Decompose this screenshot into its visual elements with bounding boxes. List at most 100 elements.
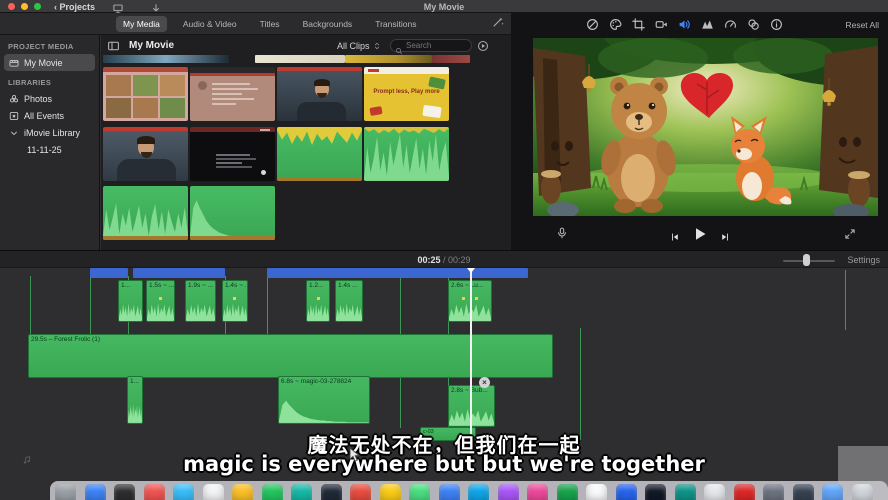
- partial-thumbnail[interactable]: [345, 55, 432, 63]
- dock-icon[interactable]: [114, 484, 135, 500]
- dock-icon[interactable]: [822, 484, 843, 500]
- playhead-handle[interactable]: [467, 268, 475, 273]
- next-frame-button[interactable]: [720, 229, 730, 239]
- dock-icon[interactable]: [262, 484, 283, 500]
- timeline-clip[interactable]: 1.4s ~ ...: [222, 280, 248, 322]
- sidebar-item-imovie-library[interactable]: iMovie Library: [4, 124, 95, 141]
- dock-icon[interactable]: [321, 484, 342, 500]
- playback-time: 00:25 / 00:29: [0, 255, 888, 265]
- crop-icon[interactable]: [632, 18, 645, 31]
- play-circle-icon[interactable]: [477, 39, 489, 51]
- dock-icon[interactable]: [527, 484, 548, 500]
- search-icon: [395, 42, 403, 50]
- timeline-music-clip[interactable]: 29.5s – Forest Frolic (1): [28, 334, 553, 378]
- dock-icon[interactable]: [350, 484, 371, 500]
- dock-icon[interactable]: [763, 484, 784, 500]
- partial-thumbnail[interactable]: [103, 55, 229, 63]
- dock-icon[interactable]: [734, 484, 755, 500]
- timeline-clip[interactable]: 1.9s ~ ...: [185, 280, 216, 322]
- dock-icon[interactable]: [586, 484, 607, 500]
- tab-my-media[interactable]: My Media: [116, 16, 167, 32]
- effects-icon[interactable]: [747, 18, 760, 31]
- sidebar-item-all-events[interactable]: All Events: [4, 107, 95, 124]
- dock-icon[interactable]: [498, 484, 519, 500]
- media-clip-terminal[interactable]: [190, 127, 275, 181]
- noise-reduction-icon[interactable]: [701, 18, 714, 31]
- timeline-clip-label: 1.4s ...: [336, 281, 362, 290]
- dock-icon[interactable]: [203, 484, 224, 500]
- volume-icon[interactable]: [678, 18, 691, 31]
- dock-icon[interactable]: [291, 484, 312, 500]
- play-button[interactable]: [692, 226, 708, 242]
- timeline-clip[interactable]: 6.8s ~ magic-03-278824: [278, 376, 370, 424]
- enhance-magic-wand-icon[interactable]: [492, 15, 505, 28]
- stabilization-icon[interactable]: [655, 18, 668, 31]
- tab-transitions[interactable]: Transitions: [368, 16, 423, 32]
- timeline-clip[interactable]: 1...: [118, 280, 143, 322]
- media-clip-audio-spiky[interactable]: [364, 127, 449, 181]
- info-icon[interactable]: [770, 18, 783, 31]
- search-field[interactable]: [390, 39, 472, 52]
- dock-icon[interactable]: [380, 484, 401, 500]
- dock-icon[interactable]: [85, 484, 106, 500]
- partial-thumbnail[interactable]: [432, 55, 470, 63]
- timeline-clip-label: 1...: [119, 281, 142, 290]
- color-palette-icon[interactable]: [609, 18, 622, 31]
- photos-icon: [9, 94, 19, 104]
- media-clip-audio-yellow[interactable]: [277, 127, 362, 181]
- sidebar-item-11-11-25[interactable]: 11-11-25: [22, 141, 95, 158]
- timeline-clip[interactable]: 1...: [127, 376, 143, 424]
- sidebar-toggle-icon[interactable]: [107, 39, 120, 51]
- dock-icon[interactable]: [852, 484, 873, 500]
- dock-icon[interactable]: [557, 484, 578, 500]
- timeline-clip[interactable]: 1.2...: [306, 280, 330, 322]
- dock-icon[interactable]: [409, 484, 430, 500]
- tab-backgrounds[interactable]: Backgrounds: [296, 16, 360, 32]
- media-clip-webcam2[interactable]: [103, 127, 188, 181]
- timeline-video-bar[interactable]: [133, 268, 225, 278]
- sidebar-item-photos[interactable]: Photos: [4, 90, 95, 107]
- dock-icon[interactable]: [439, 484, 460, 500]
- previous-frame-button[interactable]: [670, 229, 680, 239]
- transport-controls: [511, 219, 888, 250]
- zoom-slider-thumb[interactable]: [803, 254, 810, 266]
- media-clip-promo[interactable]: Prompt less, Play more: [364, 67, 449, 121]
- dock-icon[interactable]: [675, 484, 696, 500]
- dock-icon[interactable]: [232, 484, 253, 500]
- dock-icon[interactable]: [645, 484, 666, 500]
- media-clip-audio-decay[interactable]: [190, 186, 275, 240]
- media-clip-document[interactable]: [190, 67, 275, 121]
- media-clip-collage[interactable]: [103, 67, 188, 121]
- timeline-settings-button[interactable]: Settings: [847, 255, 880, 265]
- dock-icon[interactable]: [173, 484, 194, 500]
- events-star-icon: [9, 111, 19, 121]
- media-browser: My Movie All Clips Prompt less, Play mor…: [101, 35, 511, 250]
- remove-clip-badge[interactable]: ×: [479, 377, 490, 388]
- dock-icon[interactable]: [144, 484, 165, 500]
- reset-all-button[interactable]: Reset All: [845, 20, 879, 30]
- clip-connector-line: [90, 276, 91, 334]
- all-clips-dropdown[interactable]: All Clips: [337, 41, 381, 51]
- timeline-video-bar[interactable]: [90, 268, 128, 278]
- dock-icon[interactable]: [616, 484, 637, 500]
- speed-icon[interactable]: [724, 18, 737, 31]
- timeline-clip[interactable]: 1.5s ~ ...: [146, 280, 175, 322]
- dock-icon[interactable]: [468, 484, 489, 500]
- mouse-cursor: [349, 447, 361, 468]
- tab-titles[interactable]: Titles: [253, 16, 287, 32]
- dock-icon[interactable]: [704, 484, 725, 500]
- fullscreen-icon[interactable]: [844, 227, 856, 239]
- tab-audio-video[interactable]: Audio & Video: [176, 16, 244, 32]
- timeline-video-bar[interactable]: [267, 268, 528, 278]
- search-input[interactable]: [406, 41, 467, 50]
- partial-thumbnail[interactable]: [255, 55, 345, 63]
- media-clip-audio-spiky2[interactable]: [103, 186, 188, 240]
- color-correction-icon[interactable]: [586, 18, 599, 31]
- timeline-clip[interactable]: 2.8s ~ Bub...: [448, 385, 495, 427]
- dock-icon[interactable]: [793, 484, 814, 500]
- sidebar-item-my-movie[interactable]: My Movie: [4, 54, 95, 71]
- media-clip-webcam[interactable]: [277, 67, 362, 121]
- playhead[interactable]: [470, 268, 472, 450]
- dock-icon[interactable]: [55, 484, 76, 500]
- timeline-clip[interactable]: 1.4s ...: [335, 280, 363, 322]
